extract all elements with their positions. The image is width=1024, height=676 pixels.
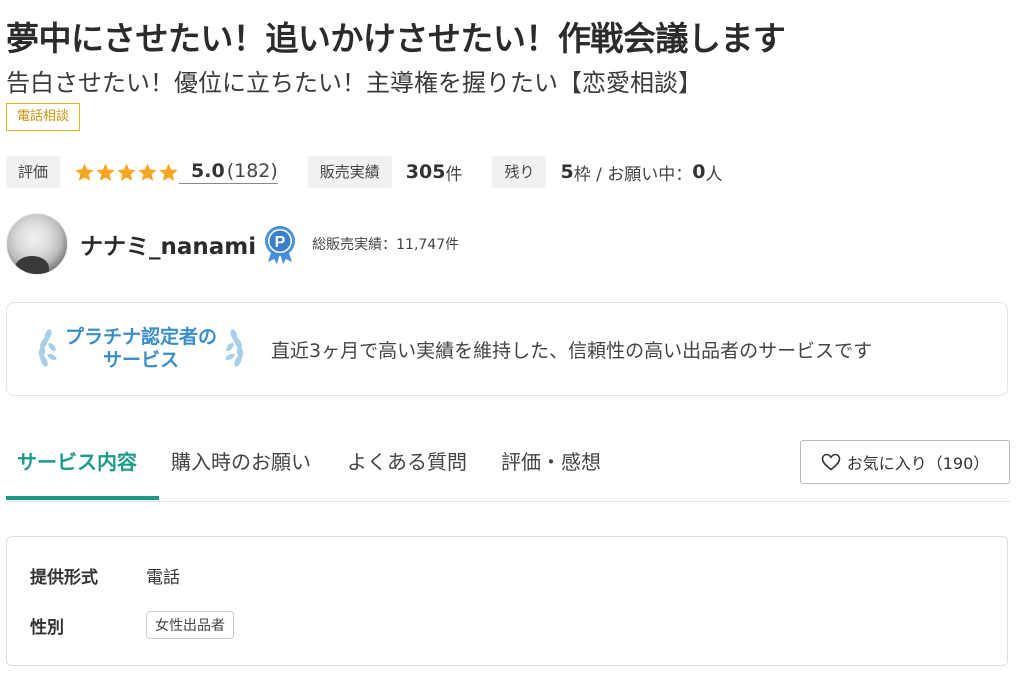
total-sales: 総販売実績：11,747件 [312, 237, 460, 253]
star-icon [138, 163, 157, 181]
detail-row-gender: 性別 女性出品者 [30, 611, 234, 639]
service-subtitle: 告白させたい！優位に立ちたい！主導権を握りたい【恋愛相談】 [6, 69, 702, 97]
sales-label: 販売実績 [307, 156, 392, 188]
format-value: 電話 [146, 568, 180, 588]
platinum-p-badge-icon: P [265, 226, 296, 264]
platinum-title-line1: プラチナ認定者の [65, 326, 218, 348]
tab-faq[interactable]: よくある質問 [347, 448, 467, 492]
laurel-left-icon [38, 329, 57, 367]
rating-link[interactable]: 5.0 (182) [179, 160, 278, 184]
gender-label: 性別 [30, 617, 64, 638]
tab-bar: サービス内容 購入時のお願い よくある質問 評価・感想 お気に入り（190） [6, 440, 1010, 502]
service-details: 提供形式 電話 性別 女性出品者 [6, 536, 1008, 666]
rating-label: 評価 [6, 156, 61, 188]
stats-row: 評価 5.0 (182) 販売実績 305 件 残り 5 枠 / お願い中： 0… [6, 154, 723, 190]
heart-icon [821, 453, 841, 471]
star-icon [96, 163, 115, 181]
star-icon [159, 163, 178, 181]
requesting-unit: 人 [705, 164, 723, 185]
detail-row-format: 提供形式 電話 [30, 563, 180, 588]
rating-count: (182) [226, 160, 278, 182]
remaining-label: 残り [492, 156, 547, 188]
category-tag[interactable]: 電話相談 [6, 103, 81, 131]
format-label: 提供形式 [30, 568, 98, 588]
rating-value: 5.0 [191, 160, 225, 182]
platinum-title: プラチナ認定者の サービス [65, 326, 217, 372]
platinum-banner: プラチナ認定者の サービス 直近3ヶ月で高い実績を維持した、信頼性の高い出品者の… [6, 302, 1008, 396]
remaining-value: 5 [560, 161, 574, 183]
favorite-button[interactable]: お気に入り（190） [800, 440, 1010, 484]
remaining-text: 枠 / お願い中： [573, 164, 693, 185]
tab-service-content[interactable]: サービス内容 [17, 448, 137, 492]
seller-name[interactable]: ナナミ_nanami [80, 227, 256, 261]
tab-reviews[interactable]: 評価・感想 [501, 448, 601, 492]
requesting-value: 0 [692, 161, 706, 183]
star-icon [117, 163, 136, 181]
laurel-right-icon [225, 329, 244, 367]
favorite-label: お気に入り（190） [846, 454, 990, 473]
platinum-description: 直近3ヶ月で高い実績を維持した、信頼性の高い出品者のサービスです [271, 339, 873, 362]
gender-tag: 女性出品者 [146, 611, 234, 639]
badge-letter: P [275, 234, 286, 251]
sales-value: 305 [405, 161, 446, 183]
sales-unit: 件 [445, 164, 463, 185]
star-icon [75, 163, 94, 181]
active-tab-indicator [6, 496, 159, 500]
service-title: 夢中にさせたい！追いかけさせたい！作戦会議します [6, 19, 786, 58]
seller-info: ナナミ_nanami P 総販売実績：11,747件 [6, 213, 459, 275]
rating-stars [74, 162, 179, 183]
tab-purchase-requests[interactable]: 購入時のお願い [171, 448, 311, 492]
avatar[interactable] [6, 213, 68, 275]
platinum-title-line2: サービス [103, 349, 180, 371]
